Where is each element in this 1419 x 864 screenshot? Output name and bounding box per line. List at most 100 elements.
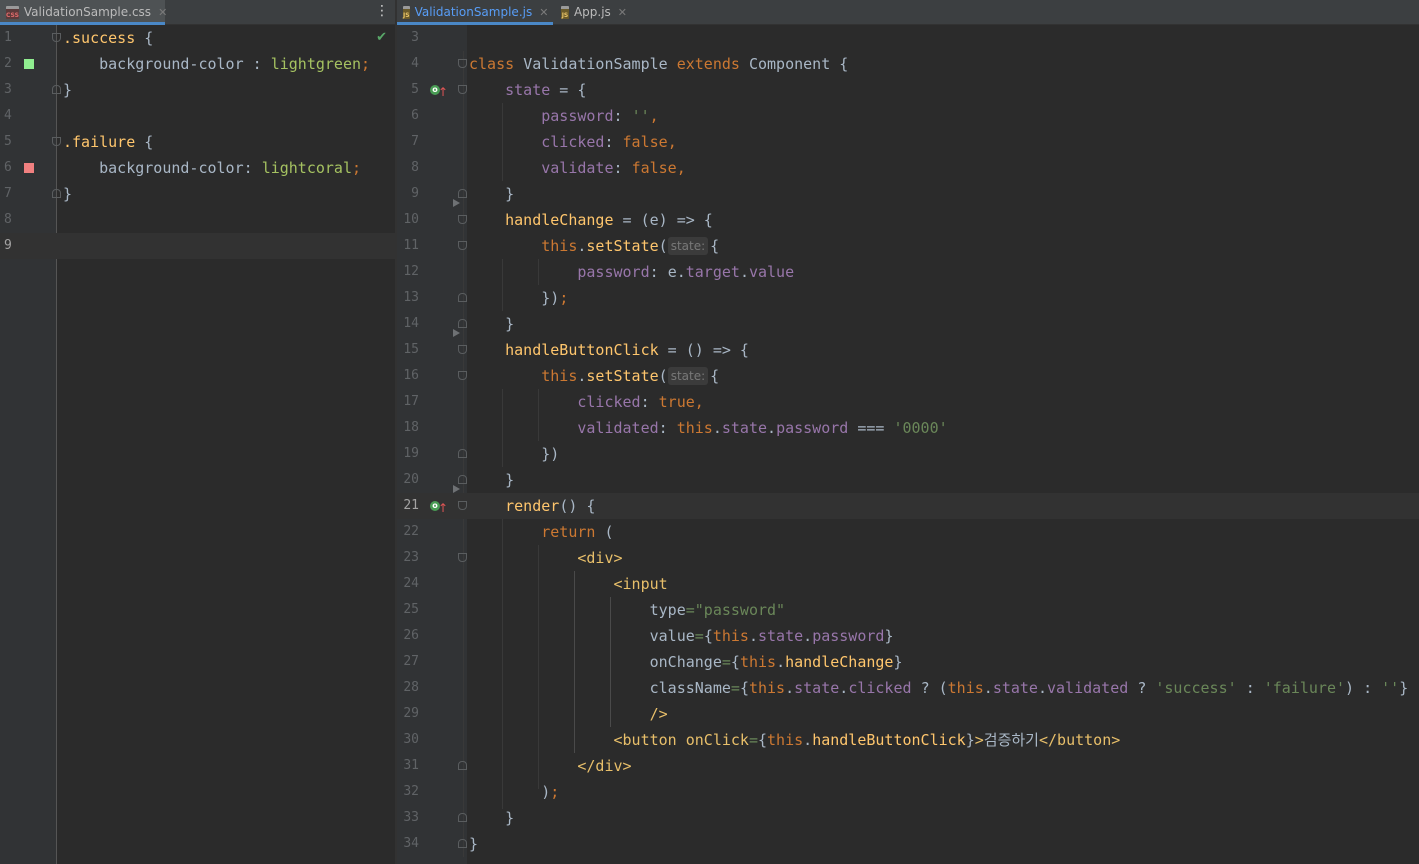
- fold-marker-icon[interactable]: [458, 345, 467, 354]
- fold-marker-icon[interactable]: [52, 33, 61, 42]
- color-value: lightgreen: [270, 55, 362, 73]
- fold-marker-icon[interactable]: [52, 85, 61, 94]
- code-line: 24 <input: [397, 571, 1419, 597]
- fold-marker-icon[interactable]: [458, 215, 467, 224]
- selector: .success: [63, 29, 136, 47]
- line-number: 34: [403, 836, 419, 851]
- code-line: 32 );: [397, 779, 1419, 805]
- line-number: 6: [4, 160, 12, 175]
- line-number: 5: [411, 82, 419, 97]
- close-tab-icon[interactable]: ✕: [618, 6, 627, 19]
- fold-marker-icon[interactable]: [458, 189, 467, 198]
- code-line: 4 class ValidationSample extends Compone…: [397, 51, 1419, 77]
- fold-marker-icon[interactable]: [458, 241, 467, 250]
- check-icon: ✔: [376, 30, 387, 45]
- selector: .failure: [63, 133, 136, 151]
- code-line: 26 value={this.state.password}: [397, 623, 1419, 649]
- color-swatch-icon[interactable]: [24, 59, 34, 69]
- code-line: 18 validated: this.state.password === '0…: [397, 415, 1419, 441]
- js-editor[interactable]: 3 4 class ValidationSample extends Compo…: [397, 25, 1419, 864]
- css-file-icon: CSS: [6, 5, 19, 19]
- fold-marker-icon[interactable]: [52, 189, 61, 198]
- line-number: 7: [411, 134, 419, 149]
- js-file-icon: JS: [561, 5, 569, 19]
- breakpoint-gutter-icon[interactable]: [453, 199, 460, 207]
- fold-marker-icon[interactable]: [458, 813, 467, 822]
- line-number: 11: [403, 238, 419, 253]
- code-line: 22 return (: [397, 519, 1419, 545]
- line-number: 25: [403, 602, 419, 617]
- fold-marker-icon[interactable]: [458, 449, 467, 458]
- line-number: 32: [403, 784, 419, 799]
- code-line: 25 type="password": [397, 597, 1419, 623]
- line-number: 1: [4, 30, 12, 45]
- tab-validationsample-css[interactable]: CSS ValidationSample.css ✕: [0, 0, 167, 25]
- code-line: 12 password: e.target.value: [397, 259, 1419, 285]
- line-number: 12: [403, 264, 419, 279]
- code-line: 5 o ↑ state = {: [397, 77, 1419, 103]
- code-line: 9 }: [397, 181, 1419, 207]
- line-number: 9: [411, 186, 419, 201]
- breakpoint-gutter-icon[interactable]: [453, 329, 460, 337]
- code-line: 8 validate: false,: [397, 155, 1419, 181]
- line-number: 5: [4, 134, 12, 149]
- line-number: 20: [403, 472, 419, 487]
- line-number: 28: [403, 680, 419, 695]
- css-editor[interactable]: 1 .success { ✔ 2 background-color : ligh…: [0, 25, 395, 864]
- line-number: 9: [4, 238, 12, 253]
- line-number: 30: [403, 732, 419, 747]
- code-line: 6 password: '',: [397, 103, 1419, 129]
- code-line: 16 this.setState(state:{: [397, 363, 1419, 389]
- code-line: 2 background-color : lightgreen;: [0, 51, 395, 77]
- fold-marker-icon[interactable]: [458, 85, 467, 94]
- line-number: 2: [4, 56, 12, 71]
- fold-marker-icon[interactable]: [458, 553, 467, 562]
- code-line: 3: [397, 25, 1419, 51]
- more-options-icon[interactable]: ⋮: [375, 3, 389, 19]
- fold-marker-icon[interactable]: [458, 293, 467, 302]
- code-line: 7 clicked: false,: [397, 129, 1419, 155]
- close-tab-icon[interactable]: ✕: [539, 6, 548, 19]
- code-line: 3 }: [0, 77, 395, 103]
- color-swatch-icon[interactable]: [24, 163, 34, 173]
- code-line: 5 .failure {: [0, 129, 395, 155]
- code-line: 20 }: [397, 467, 1419, 493]
- line-number: 18: [403, 420, 419, 435]
- line-number: 16: [403, 368, 419, 383]
- code-line: 7 }: [0, 181, 395, 207]
- fold-marker-icon[interactable]: [458, 59, 467, 68]
- js-file-icon: JS: [403, 5, 410, 19]
- current-line: 21 o ↑ render() {: [397, 485, 1419, 519]
- fold-marker-icon[interactable]: [458, 839, 467, 848]
- fold-marker-icon[interactable]: [458, 371, 467, 380]
- tab-validationsample-js[interactable]: JS ValidationSample.js ✕: [397, 0, 553, 25]
- override-marker-icon[interactable]: o ↑: [430, 499, 448, 515]
- fold-marker-icon[interactable]: [52, 137, 61, 146]
- code-line: 33 }: [397, 805, 1419, 831]
- line-number: 19: [403, 446, 419, 461]
- code-line: 11 this.setState(state:{: [397, 233, 1419, 259]
- close-tab-icon[interactable]: ✕: [158, 6, 167, 19]
- line-number: 29: [403, 706, 419, 721]
- ide-window: CSS ValidationSample.css ✕ ⋮ 1 .success …: [0, 0, 1419, 864]
- breakpoint-gutter-icon[interactable]: [453, 485, 460, 493]
- code-line: 8: [0, 207, 395, 233]
- fold-marker-icon[interactable]: [458, 761, 467, 770]
- line-number: 7: [4, 186, 12, 201]
- line-number: 4: [4, 108, 12, 123]
- code-line: 29 />: [397, 701, 1419, 727]
- code-line: 14 }: [397, 311, 1419, 337]
- override-marker-icon[interactable]: o ↑: [430, 83, 448, 99]
- code-line: 30 <button onClick={this.handleButtonCli…: [397, 727, 1419, 753]
- line-number: 13: [403, 290, 419, 305]
- line-number: 4: [411, 56, 419, 71]
- fold-marker-icon[interactable]: [458, 319, 467, 328]
- code-line: 1 .success { ✔: [0, 25, 395, 51]
- line-number: 8: [411, 160, 419, 175]
- tab-app-js[interactable]: JS App.js ✕: [555, 0, 635, 24]
- fold-marker-icon[interactable]: [458, 501, 467, 510]
- line-number: 33: [403, 810, 419, 825]
- tab-label: ValidationSample.css: [23, 5, 152, 19]
- code-line: 27 onChange={this.handleChange}: [397, 649, 1419, 675]
- fold-marker-icon[interactable]: [458, 475, 467, 484]
